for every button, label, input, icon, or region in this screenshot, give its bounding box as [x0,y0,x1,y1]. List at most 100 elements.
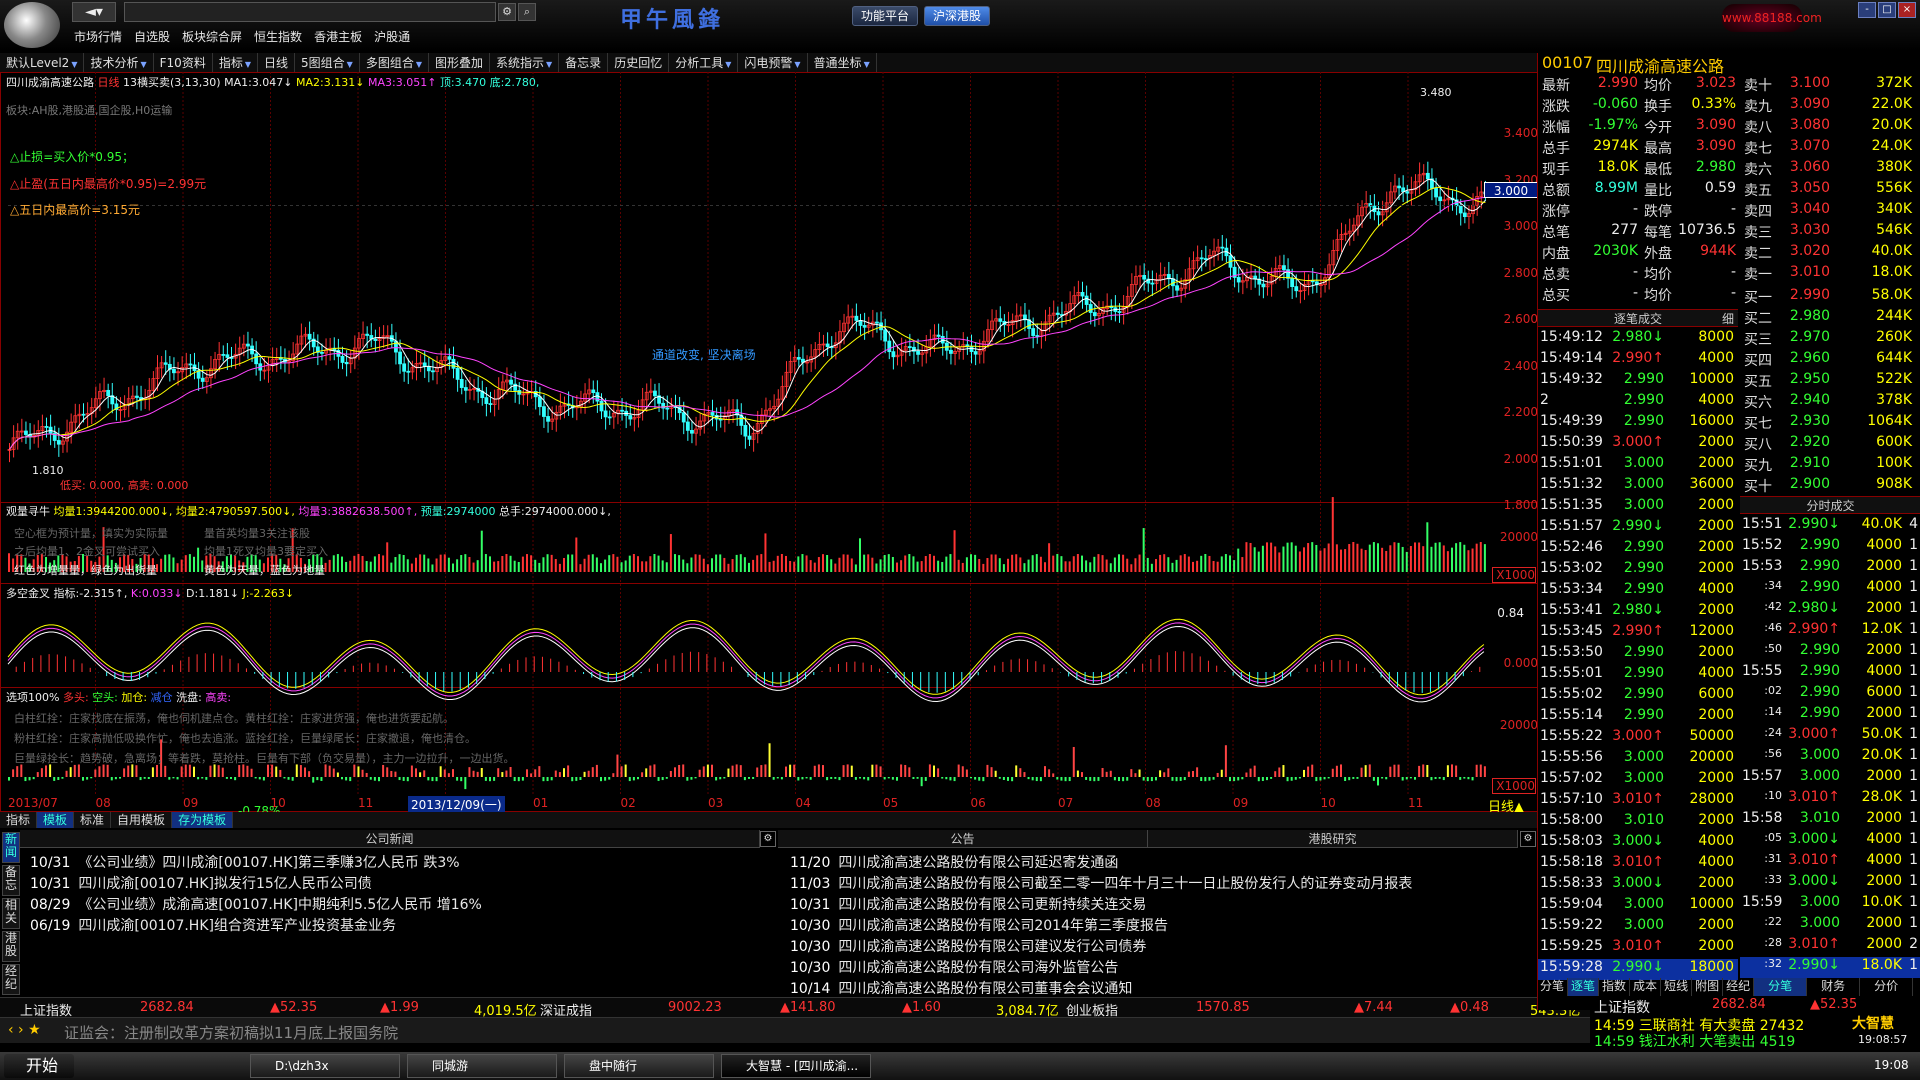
order-level[interactable]: 买五 2.950 522K [1740,371,1920,392]
minimize-button[interactable]: - [1858,2,1876,18]
bottom-tab[interactable]: 指标 [0,812,38,828]
trade-row[interactable]: 15:59:22 3.000 2000 [1538,917,1738,938]
announcement-item[interactable]: 10/30 四川成渝高速公路股份有限公司2014年第三季度报告 [790,915,1168,935]
toolbar-item[interactable]: 系统指示 [490,53,560,73]
announcement-item[interactable]: 11/03 四川成渝高速公路股份有限公司截至二零一四年十月三十一日止股份发行人的证… [790,873,1412,893]
news-title[interactable]: 四川成渝高速公路股份有限公司2014年第三季度报告 [838,918,1168,934]
trade-tab[interactable]: 分笔 [1537,978,1569,996]
order-level[interactable]: 卖九 3.090 22.0K [1740,96,1920,117]
trade-row[interactable]: 15:59:28 2.990↓ 18000 [1538,959,1738,980]
announcement-item[interactable]: 10/31 四川成渝高速公路股份有限公司更新持续关连交易 [790,894,1146,914]
trade-row[interactable]: 15:55:14 2.990 2000 [1538,707,1738,728]
news-vtab[interactable]: 相关 [2,898,20,929]
back-forward-button[interactable]: ◄▾ [72,2,116,22]
close-button[interactable]: × [1898,2,1916,18]
toolbar-item[interactable]: 图形叠加 [429,53,490,73]
minute-trade-row[interactable]: 15:55 2.990 4000 1 [1740,663,1920,684]
order-level[interactable]: 买九 2.910 100K [1740,455,1920,476]
trade-tab[interactable]: 逐笔 [1568,978,1600,996]
order-level[interactable]: 卖八 3.080 20.0K [1740,117,1920,138]
announcement-item[interactable]: 10/14 四川成渝高速公路股份有限公司董事会会议通知 [790,978,1132,998]
trade-row[interactable]: 15:55:01 2.990 4000 [1538,665,1738,686]
minute-trade-row[interactable]: :46 2.990↑ 12.0K 1 [1740,621,1920,642]
minute-trade-row[interactable]: :22 3.000 2000 1 [1740,915,1920,936]
kline-chart[interactable] [0,72,1540,796]
hk-shanghai-button[interactable]: 沪深港股 [924,6,991,26]
order-level[interactable]: 买一 2.990 58.0K [1740,287,1920,308]
toolbar-item[interactable]: 指标 [213,53,258,73]
bottom-tab[interactable]: 模板 [37,812,75,828]
toolbar-item[interactable]: 5图组合 [295,53,360,73]
trade-row[interactable]: 15:49:12 2.980↓ 8000 [1538,329,1738,350]
order-level[interactable]: 卖六 3.060 380K [1740,159,1920,180]
trade-tab[interactable]: 短线 [1661,978,1693,996]
toolbar-item[interactable]: 分析工具 [669,53,739,73]
trade-row[interactable]: 15:58:33 3.000↓ 2000 [1538,875,1738,896]
news-title[interactable]: 《公司业绩》成渝高速[00107.HK]中期纯利5.5亿人民币 增16% [78,897,481,913]
order-level[interactable]: 卖一 3.010 18.0K [1740,264,1920,285]
order-level[interactable]: 卖四 3.040 340K [1740,201,1920,222]
news-title[interactable]: 四川成渝高速公路股份有限公司截至二零一四年十月三十一日止股份发行人的证券变动月报… [838,876,1412,892]
minute-trade-row[interactable]: :42 2.980↓ 2000 1 [1740,600,1920,621]
trade-row[interactable]: 15:53:45 2.990↑ 12000 [1538,623,1738,644]
news-title[interactable]: 四川成渝高速公路股份有限公司建议发行公司债券 [838,939,1146,955]
trade-row[interactable]: 15:53:34 2.990 4000 [1538,581,1738,602]
minute-trade-row[interactable]: :24 3.000↑ 50.0K 1 [1740,726,1920,747]
news-item[interactable]: 10/31 四川成渝[00107.HK]拟发行15亿人民币公司债 [30,873,372,893]
func-platform-button[interactable]: 功能平台 [852,6,919,26]
top-menu-item[interactable]: 香港主板 [314,28,362,45]
trade-tab[interactable]: 分笔 [1754,978,1808,996]
news-ticker[interactable]: ‹ › ★ 证监会：注册制改革方案初稿拟11月底上报国务院 [0,1017,1594,1043]
bottom-tab[interactable]: 自用模板 [111,812,173,828]
minute-trade-row[interactable]: :32 2.990↓ 18.0K 1 [1740,957,1920,978]
minute-trade-row[interactable]: 15:57 3.000 2000 1 [1740,768,1920,789]
news-title[interactable]: 四川成渝高速公路股份有限公司更新持续关连交易 [838,897,1146,913]
alert-line[interactable]: 14:59 钱江水利 大笔卖出 4519 [1594,1031,1795,1051]
top-menu-item[interactable]: 恒生指数 [254,28,302,45]
taskbar-item[interactable]: 同城游 [407,1054,557,1078]
news-item[interactable]: 06/19 四川成渝[00107.HK]组合资进军产业投资基金业务 [30,915,396,935]
announcement-item[interactable]: 10/30 四川成渝高速公路股份有限公司建议发行公司债券 [790,936,1146,956]
bottom-tab[interactable]: 标准 [74,812,112,828]
news-title[interactable]: 四川成渝[00107.HK]拟发行15亿人民币公司债 [78,876,371,892]
order-level[interactable]: 买十 2.900 908K [1740,476,1920,497]
trade-tab[interactable]: 分价 [1860,978,1914,996]
order-level[interactable]: 卖五 3.050 556K [1740,180,1920,201]
news-title[interactable]: 四川成渝高速公路股份有限公司董事会会议通知 [838,981,1132,997]
trade-row[interactable]: 15:55:56 3.000 20000 [1538,749,1738,770]
trade-row[interactable]: 15:52:46 2.990 2000 [1538,539,1738,560]
order-level[interactable]: 卖二 3.020 40.0K [1740,243,1920,264]
trade-row[interactable]: 15:51:32 3.000 36000 [1538,476,1738,497]
minute-trade-row[interactable]: 15:58 3.010 2000 1 [1740,810,1920,831]
minute-trade-row[interactable]: :34 2.990 4000 1 [1740,579,1920,600]
toolbar-item[interactable]: 默认Level2 [0,53,85,73]
trade-row[interactable]: 15:58:18 3.010↑ 4000 [1538,854,1738,875]
order-level[interactable]: 卖七 3.070 24.0K [1740,138,1920,159]
trade-row[interactable]: 15:58:03 3.000↓ 4000 [1538,833,1738,854]
order-level[interactable]: 买六 2.940 378K [1740,392,1920,413]
code-search-input[interactable] [124,2,496,22]
trade-row[interactable]: 15:55:02 2.990 6000 [1538,686,1738,707]
ticker-text[interactable]: 证监会：注册制改革方案初稿拟11月底上报国务院 [64,1022,398,1043]
trade-row[interactable]: 2 2.990 4000 [1538,392,1738,413]
taskbar-item[interactable]: 盘中随行 [564,1054,714,1078]
trade-tab[interactable]: 经纪 [1723,978,1755,996]
trade-row[interactable]: 15:49:14 2.990↑ 4000 [1538,350,1738,371]
toolbar-item[interactable]: 历史回忆 [608,53,670,73]
trade-row[interactable]: 15:59:04 3.000 10000 [1538,896,1738,917]
top-menu-item[interactable]: 沪股通 [374,28,410,45]
minute-trade-row[interactable]: :14 2.990 2000 1 [1740,705,1920,726]
trade-row[interactable]: 15:50:39 3.000↑ 2000 [1538,434,1738,455]
news-title[interactable]: 四川成渝高速公路股份有限公司海外监管公告 [838,960,1118,976]
ticker-nav-icon[interactable]: ‹ › ★ [8,1022,41,1038]
trade-row[interactable]: 15:57:02 3.000 2000 [1538,770,1738,791]
taskbar-item[interactable]: D:\dzh3x [250,1054,400,1078]
trade-row[interactable]: 15:53:50 2.990 2000 [1538,644,1738,665]
toolbar-item[interactable]: 普通坐标 [808,53,877,73]
trade-row[interactable]: 15:58:00 3.010 2000 [1538,812,1738,833]
trade-row[interactable]: 15:53:41 2.980↓ 2000 [1538,602,1738,623]
trade-tab[interactable]: 附图 [1692,978,1724,996]
minute-trade-row[interactable]: :10 3.010↑ 28.0K 1 [1740,789,1920,810]
news-vtab[interactable]: 港股 [2,931,20,962]
order-level[interactable]: 买三 2.970 260K [1740,329,1920,350]
